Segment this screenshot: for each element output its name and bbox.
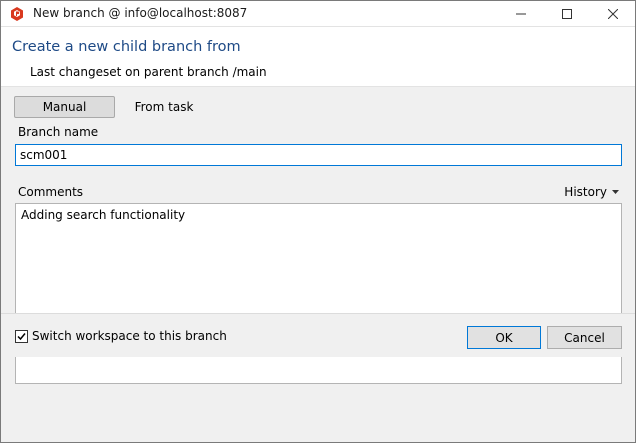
maximize-button[interactable] <box>544 1 590 26</box>
history-dropdown[interactable]: History <box>564 185 619 199</box>
switch-workspace-checkbox[interactable]: Switch workspace to this branch <box>15 329 227 343</box>
close-icon <box>608 8 618 19</box>
minimize-button[interactable] <box>498 1 544 26</box>
header-subtitle: Last changeset on parent branch /main <box>30 65 267 79</box>
checkbox[interactable] <box>15 329 28 343</box>
header-title: Create a new child branch from <box>12 39 241 55</box>
chevron-down-icon <box>612 190 619 194</box>
title-bar[interactable]: New branch @ info@localhost:8087 <box>1 1 635 26</box>
branch-name-input[interactable]: scm001 <box>15 144 622 166</box>
maximize-icon <box>562 8 572 19</box>
dialog-footer: Switch workspace to this branch OK Cance… <box>1 313 635 357</box>
comments-label: Comments <box>18 185 84 199</box>
tab-manual[interactable]: Manual <box>14 96 115 118</box>
switch-workspace-label: Switch workspace to this branch <box>32 329 227 343</box>
branch-name-label: Branch name <box>18 125 99 139</box>
new-branch-dialog: New branch @ info@localhost:8087 Create … <box>0 0 636 443</box>
cancel-button[interactable]: Cancel <box>547 326 622 349</box>
close-button[interactable] <box>590 1 635 26</box>
dialog-header: Create a new child branch from Last chan… <box>1 26 635 87</box>
checkmark-icon <box>17 332 26 340</box>
tab-from-task[interactable]: From task <box>122 96 206 118</box>
minimize-icon <box>516 13 526 14</box>
plastic-scm-icon <box>9 6 25 22</box>
ok-button[interactable]: OK <box>467 326 541 349</box>
window-title: New branch @ info@localhost:8087 <box>33 6 248 20</box>
dialog-body: Manual From task Branch name scm001 Comm… <box>1 87 635 442</box>
history-label: History <box>564 185 607 199</box>
